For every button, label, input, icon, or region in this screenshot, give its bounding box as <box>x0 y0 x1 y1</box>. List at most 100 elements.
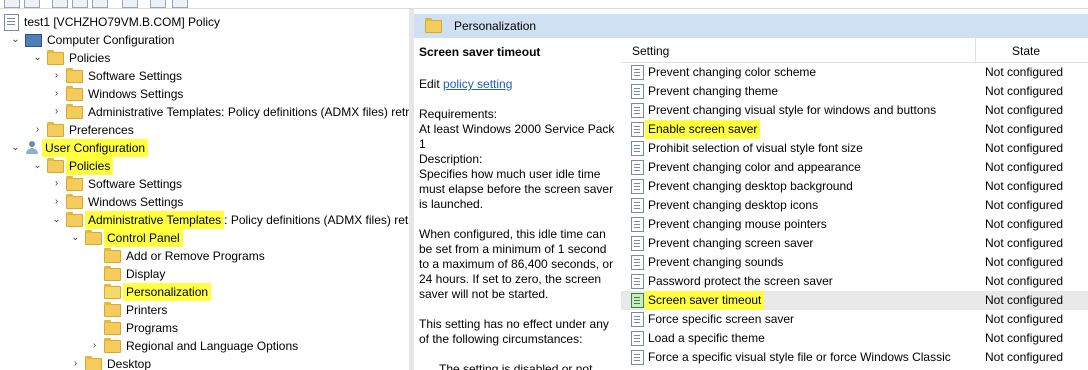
policy-setting-icon <box>631 274 644 289</box>
tree-item-user-configuration[interactable]: ⌄ User Configuration <box>10 139 149 157</box>
setting-name: Prevent changing mouse pointers <box>648 217 827 231</box>
tree-item-uc-policies[interactable]: ⌄ Policies <box>32 157 114 175</box>
chevron-down-icon[interactable]: ⌄ <box>32 157 43 175</box>
table-row[interactable]: Enable screen saver Not configured <box>621 120 1088 139</box>
setting-name: Prevent changing color and appearance <box>648 160 861 174</box>
tree-item-label: Windows Settings <box>88 195 184 209</box>
category-header: Personalization <box>414 14 1088 38</box>
table-row[interactable]: Prohibit selection of visual style font … <box>621 139 1088 158</box>
policy-setting-icon <box>631 217 644 232</box>
edit-policy-link[interactable]: policy setting <box>443 77 512 91</box>
table-row[interactable]: Force specific screen saver Not configure… <box>621 310 1088 329</box>
setting-state: Not configured <box>985 255 1064 269</box>
description-para4: The setting is disabled or not <box>439 362 593 370</box>
folder-icon <box>104 301 121 317</box>
chevron-right-icon[interactable]: › <box>51 67 62 85</box>
tree-item-label-suffix: : Policy definitions (ADMX files) retr <box>224 213 409 227</box>
policy-setting-icon <box>631 179 644 194</box>
tree-item-label: Administrative Templates <box>85 211 225 229</box>
setting-name: Prevent changing desktop icons <box>648 198 819 212</box>
policy-setting-icon <box>631 65 644 80</box>
tree-item-label: Display <box>126 267 166 281</box>
tree-item-cc-policies[interactable]: ⌄ Policies <box>32 49 110 67</box>
column-divider[interactable] <box>975 38 976 62</box>
setting-state: Not configured <box>985 274 1064 288</box>
tree-item-label: Software Settings <box>88 177 183 191</box>
chevron-right-icon[interactable]: › <box>32 121 43 139</box>
table-row[interactable]: Prevent changing desktop background Not c… <box>621 177 1088 196</box>
tree-item-label: Desktop <box>107 357 152 370</box>
table-row[interactable]: Load a specific theme Not configured <box>621 329 1088 348</box>
column-header-state[interactable]: State <box>1012 44 1040 58</box>
tree-item-computer-configuration[interactable]: ⌄ Computer Configuration <box>10 31 174 49</box>
tree-item-uc-windows-settings[interactable]: › Windows Settings <box>51 193 183 211</box>
tree-item-uc-software-settings[interactable]: › Software Settings <box>51 175 182 193</box>
table-row[interactable]: Prevent changing color and appearance Not… <box>621 158 1088 177</box>
help-button[interactable] <box>122 0 138 8</box>
back-button[interactable] <box>4 0 20 8</box>
tree-item-programs[interactable]: Programs <box>104 319 178 337</box>
chevron-right-icon[interactable]: › <box>89 337 100 355</box>
tree-item-add-remove-programs[interactable]: Add or Remove Programs <box>104 247 265 265</box>
tree-item-root[interactable]: test1 [VCHZHO79VM.B.COM] Policy <box>4 13 220 31</box>
chevron-down-icon[interactable]: ⌄ <box>10 139 21 157</box>
tree-item-display[interactable]: Display <box>104 265 165 283</box>
forward-button[interactable] <box>24 0 40 8</box>
folder-icon <box>104 265 121 281</box>
computer-icon <box>25 33 42 47</box>
toolbar <box>0 0 1088 9</box>
policy-setting-icon <box>631 122 644 137</box>
tree-item-label: Add or Remove Programs <box>126 249 265 263</box>
setting-state: Not configured <box>985 179 1064 193</box>
user-icon <box>25 141 40 155</box>
table-row[interactable]: Password protect the screen saver Not con… <box>621 272 1088 291</box>
tree-item-label: Personalization <box>123 283 212 301</box>
chevron-right-icon[interactable]: › <box>51 85 62 103</box>
table-row[interactable]: Screen saver timeout Not configured <box>621 291 1088 310</box>
policy-setting-icon <box>631 331 644 346</box>
list-header: Setting State <box>621 38 1088 63</box>
chevron-right-icon[interactable]: › <box>51 175 62 193</box>
table-row[interactable]: Prevent changing mouse pointers Not confi… <box>621 215 1088 234</box>
table-row[interactable]: Prevent changing color scheme Not configu… <box>621 63 1088 82</box>
folder-icon <box>47 121 64 137</box>
column-header-setting[interactable]: Setting <box>632 44 669 58</box>
tree-item-uc-admin-templates[interactable]: ⌄ Administrative Templates: Policy defin… <box>51 211 409 229</box>
table-row[interactable]: Prevent changing screen saver Not configu… <box>621 234 1088 253</box>
tree-item-personalization[interactable]: Personalization <box>104 283 212 301</box>
table-row[interactable]: Prevent changing visual style for window… <box>621 101 1088 120</box>
tree-item-cc-preferences[interactable]: › Preferences <box>32 121 134 139</box>
properties-button[interactable] <box>92 0 108 8</box>
tree-item-regional[interactable]: › Regional and Language Options <box>89 337 298 355</box>
tree-item-cc-admin-templates[interactable]: › Administrative Templates: Policy defin… <box>51 103 409 121</box>
table-row[interactable]: Prevent changing theme Not configured <box>621 82 1088 101</box>
tree-item-desktop[interactable]: › Desktop <box>70 355 151 370</box>
policy-setting-icon <box>631 160 644 175</box>
show-hide-tree-button[interactable] <box>72 0 88 8</box>
setting-state: Not configured <box>985 312 1064 326</box>
export-list-button[interactable] <box>150 0 166 8</box>
chevron-right-icon[interactable]: › <box>51 193 62 211</box>
setting-state: Not configured <box>985 217 1064 231</box>
tree-item-cc-software-settings[interactable]: › Software Settings <box>51 67 182 85</box>
chevron-down-icon[interactable]: ⌄ <box>51 211 62 229</box>
folder-icon <box>47 49 64 65</box>
chevron-right-icon[interactable]: › <box>51 103 62 121</box>
chevron-down-icon[interactable]: ⌄ <box>70 229 81 247</box>
policy-document-icon <box>4 13 19 31</box>
table-row[interactable]: Prevent changing desktop icons Not config… <box>621 196 1088 215</box>
policy-setting-icon <box>631 350 644 365</box>
up-button[interactable] <box>52 0 68 8</box>
setting-state: Not configured <box>985 122 1064 136</box>
chevron-down-icon[interactable]: ⌄ <box>10 31 21 49</box>
tree-item-cc-windows-settings[interactable]: › Windows Settings <box>51 85 183 103</box>
table-row[interactable]: Prevent changing sounds Not configured <box>621 253 1088 272</box>
tree-item-printers[interactable]: Printers <box>104 301 167 319</box>
table-row[interactable]: Force a specific visual style file or fo… <box>621 348 1088 367</box>
tree-item-control-panel[interactable]: ⌄ Control Panel <box>70 229 183 247</box>
setting-state: Not configured <box>985 65 1064 79</box>
chevron-down-icon[interactable]: ⌄ <box>32 49 43 67</box>
filter-button[interactable] <box>172 0 188 8</box>
chevron-right-icon[interactable]: › <box>70 355 81 370</box>
tree-item-label: Programs <box>126 321 179 335</box>
